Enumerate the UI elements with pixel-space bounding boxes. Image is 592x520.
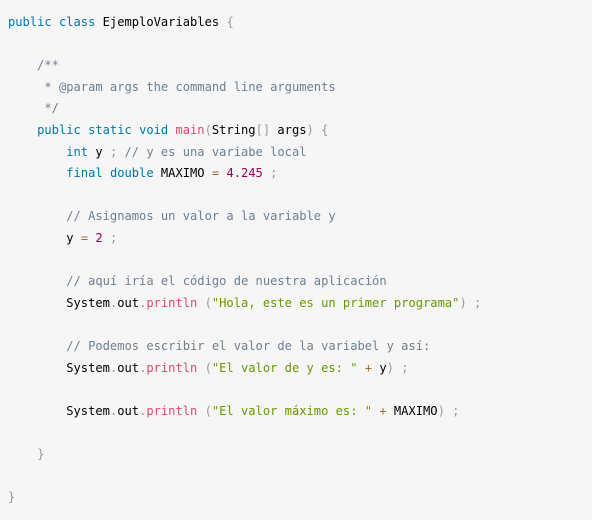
code-token-function: println [146, 360, 198, 375]
code-token-class-name: String [211, 123, 256, 137]
code-line: */ [8, 99, 59, 117]
code-token-punctuation: ) [459, 295, 467, 310]
code-token-plain: y [8, 231, 81, 245]
code-token-comment: */ [8, 101, 59, 116]
code-token-punctuation: ( [204, 360, 212, 375]
code-line: } [8, 445, 44, 463]
code-token-plain: y [88, 144, 110, 159]
code-block: public class EjemploVariables { /** * @p… [0, 0, 592, 520]
code-token-plain: out [117, 295, 140, 310]
code-token-function: println [146, 295, 198, 310]
code-line: } [8, 488, 15, 506]
code-token-keyword: double [109, 166, 154, 181]
code-line: System.out.println ("Hola, este es un pr… [8, 294, 481, 312]
code-line: System.out.println ("El valor de y es: "… [8, 359, 408, 377]
code-token-punctuation: ( [204, 295, 212, 310]
code-token-comment: // Podemos escribir el valor de la varia… [8, 339, 431, 353]
code-token-comment: * @param args the command line arguments [8, 79, 336, 94]
code-token-class-name: System [8, 403, 110, 418]
code-line: public static void main(String[] args) { [8, 121, 328, 139]
code-token-punctuation: ) [437, 403, 445, 418]
code-line: public class EjemploVariables { [8, 13, 234, 31]
code-token-comment: // aquí iría el código de nuestra aplica… [8, 274, 387, 289]
code-token-punctuation: ( [204, 123, 212, 137]
code-token-keyword: public [8, 15, 52, 29]
code-token-operator: + [379, 403, 387, 418]
code-token-keyword: int [66, 144, 89, 159]
code-token-punctuation: ; [401, 360, 409, 375]
code-token-comment: // Asignamos un valor a la variable y [8, 209, 336, 224]
code-token-class-name: System [8, 295, 110, 310]
code-line: * @param args the command line arguments [8, 78, 336, 96]
code-line: /** [8, 56, 59, 74]
code-token-function: main [175, 123, 205, 137]
code-token-punctuation: ( [204, 403, 212, 418]
code-token-punctuation: } [8, 490, 16, 505]
code-token-punctuation: ) [386, 360, 394, 375]
code-token-punctuation: ; [109, 231, 118, 245]
code-line: int y ; // y es una variabe local [8, 143, 307, 161]
code-line: System.out.println ("El valor máximo es:… [8, 402, 459, 420]
code-token-punctuation: ; [452, 403, 460, 418]
code-token-plain: out [117, 403, 140, 418]
code-token-function: println [146, 403, 198, 418]
code-line: // aquí iría el código de nuestra aplica… [8, 272, 387, 290]
code-token-number: 4.245 [226, 166, 263, 181]
code-token-operator: + [364, 360, 373, 375]
code-token-plain: MAXIMO [153, 166, 212, 181]
code-token-punctuation: { [226, 15, 234, 29]
code-token-punctuation: } [37, 447, 45, 461]
code-token-plain: args [270, 123, 307, 137]
code-token-plain: out [117, 360, 140, 375]
code-token-plain: MAXIMO [386, 403, 438, 418]
code-line: // Podemos escribir el valor de la varia… [8, 337, 430, 355]
code-token-operator: = [80, 231, 89, 245]
code-token-keyword: void [139, 123, 169, 137]
code-token-punctuation: ; [474, 295, 482, 310]
code-token-comment: // y es una variabe local [117, 144, 307, 159]
code-line: // Asignamos un valor a la variable y [8, 207, 336, 225]
code-token-comment: /** [8, 58, 59, 73]
code-token-keyword: final [66, 166, 103, 181]
code-line: y = 2 ; [8, 229, 117, 247]
code-token-keyword: class [58, 15, 96, 29]
code-token-string: "Hola, este es un primer programa" [211, 295, 460, 310]
code-token-punctuation: ; [270, 166, 278, 181]
code-token-class-name: System [8, 360, 110, 375]
code-token-keyword: public [37, 123, 81, 137]
code-token-punctuation: ) [306, 123, 314, 137]
code-line: final double MAXIMO = 4.245 ; [8, 164, 277, 182]
code-token-string: "El valor de y es: " [211, 360, 358, 375]
code-token-class-name: EjemploVariables [95, 15, 227, 29]
code-token-keyword: static [88, 123, 132, 137]
code-token-string: "El valor máximo es: " [211, 403, 373, 418]
code-token-punctuation: { [321, 123, 329, 137]
code-token-number: 2 [95, 231, 103, 245]
code-token-punctuation: [ [255, 123, 263, 137]
code-token-plain: y [372, 360, 387, 375]
